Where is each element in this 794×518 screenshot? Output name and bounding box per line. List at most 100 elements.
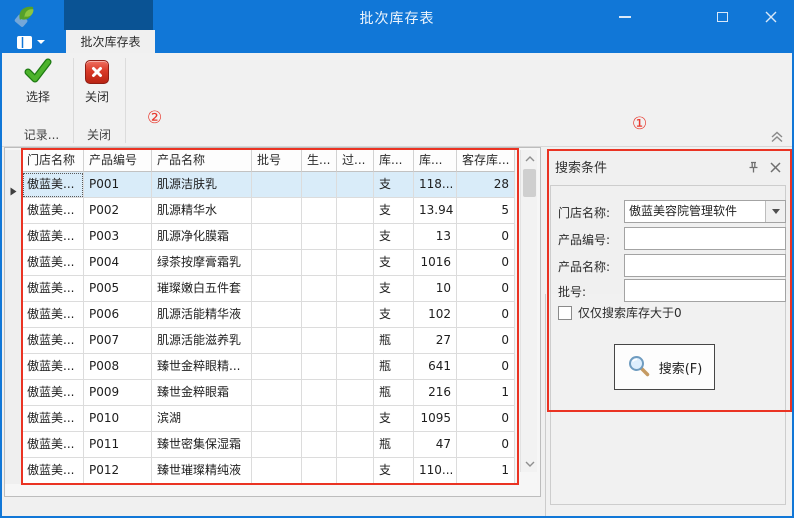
table-cell[interactable]: 瓶 xyxy=(374,328,414,354)
table-cell[interactable] xyxy=(337,380,374,406)
table-cell[interactable]: 瓶 xyxy=(374,432,414,458)
table-cell[interactable] xyxy=(302,276,337,302)
pin-panel-button[interactable] xyxy=(745,159,761,175)
table-cell[interactable]: 支 xyxy=(374,406,414,432)
table-cell[interactable]: 28 xyxy=(457,172,515,198)
table-cell[interactable]: 641 xyxy=(414,354,457,380)
table-row[interactable]: 傲蓝美...P006肌源活能精华液支1020 xyxy=(22,302,515,328)
column-header[interactable]: 生... xyxy=(302,150,337,172)
table-cell[interactable]: 傲蓝美... xyxy=(22,380,84,406)
table-cell[interactable]: 肌源净化膜霜 xyxy=(152,224,252,250)
table-cell[interactable] xyxy=(252,406,302,432)
table-cell[interactable]: 支 xyxy=(374,458,414,484)
column-header[interactable]: 过... xyxy=(337,150,374,172)
table-cell[interactable] xyxy=(302,380,337,406)
table-cell[interactable] xyxy=(302,354,337,380)
table-cell[interactable]: 0 xyxy=(457,224,515,250)
search-button[interactable]: 搜索(F) xyxy=(614,344,715,390)
table-cell[interactable]: 傲蓝美... xyxy=(22,432,84,458)
table-cell[interactable]: 肌源活能滋养乳 xyxy=(152,328,252,354)
table-cell[interactable]: 13 xyxy=(414,224,457,250)
table-cell[interactable]: 臻世金粹眼精... xyxy=(152,354,252,380)
scroll-down-button[interactable] xyxy=(521,455,538,472)
table-cell[interactable] xyxy=(302,172,337,198)
table-cell[interactable]: 绿茶按摩膏霜乳 xyxy=(152,250,252,276)
table-cell[interactable] xyxy=(302,458,337,484)
column-header[interactable]: 产品名称 xyxy=(152,150,252,172)
table-cell[interactable] xyxy=(337,198,374,224)
table-cell[interactable] xyxy=(337,172,374,198)
table-cell[interactable] xyxy=(337,250,374,276)
table-cell[interactable]: P004 xyxy=(84,250,152,276)
minimize-button[interactable] xyxy=(602,3,647,30)
table-cell[interactable]: 支 xyxy=(374,276,414,302)
table-cell[interactable]: 0 xyxy=(457,302,515,328)
select-button[interactable]: 选择 xyxy=(14,58,62,116)
batch-no-input[interactable] xyxy=(624,279,786,302)
close-tool-button[interactable]: 关闭 xyxy=(73,58,121,116)
table-cell[interactable]: 傲蓝美... xyxy=(22,250,84,276)
table-cell[interactable]: P006 xyxy=(84,302,152,328)
table-cell[interactable]: P001 xyxy=(84,172,152,198)
table-row[interactable]: 傲蓝美...P010滨湖支10950 xyxy=(22,406,515,432)
table-cell[interactable]: 傲蓝美... xyxy=(22,406,84,432)
table-cell[interactable]: 102 xyxy=(414,302,457,328)
table-cell[interactable]: P003 xyxy=(84,224,152,250)
column-header[interactable]: 库... xyxy=(414,150,457,172)
table-cell[interactable]: 傲蓝美... xyxy=(22,198,84,224)
table-cell[interactable]: P010 xyxy=(84,406,152,432)
column-header[interactable]: 门店名称 xyxy=(22,150,84,172)
table-row[interactable]: 傲蓝美...P002肌源精华水支13.945 xyxy=(22,198,515,224)
table-cell[interactable] xyxy=(252,458,302,484)
row-indicator-column[interactable] xyxy=(5,150,22,484)
table-row[interactable]: 傲蓝美...P008臻世金粹眼精...瓶6410 xyxy=(22,354,515,380)
table-cell[interactable] xyxy=(302,302,337,328)
table-cell[interactable]: 璀璨嫩白五件套 xyxy=(152,276,252,302)
table-cell[interactable] xyxy=(302,406,337,432)
table-cell[interactable]: 臻世密集保湿霜 xyxy=(152,432,252,458)
table-row[interactable]: 傲蓝美...P012臻世璀璨精纯液支110...1 xyxy=(22,458,515,484)
table-cell[interactable] xyxy=(252,302,302,328)
table-cell[interactable]: P008 xyxy=(84,354,152,380)
table-cell[interactable] xyxy=(302,224,337,250)
table-cell[interactable] xyxy=(302,432,337,458)
table-cell[interactable] xyxy=(252,432,302,458)
table-cell[interactable] xyxy=(252,276,302,302)
table-cell[interactable]: P012 xyxy=(84,458,152,484)
table-cell[interactable] xyxy=(252,328,302,354)
table-cell[interactable]: 0 xyxy=(457,354,515,380)
table-cell[interactable]: 支 xyxy=(374,198,414,224)
table-cell[interactable] xyxy=(337,354,374,380)
table-cell[interactable] xyxy=(337,406,374,432)
table-cell[interactable] xyxy=(337,328,374,354)
table-cell[interactable]: 傲蓝美... xyxy=(22,224,84,250)
table-row[interactable]: 傲蓝美...P004绿茶按摩膏霜乳支10160 xyxy=(22,250,515,276)
table-cell[interactable] xyxy=(252,354,302,380)
scrollbar-thumb[interactable] xyxy=(523,169,536,197)
close-panel-button[interactable] xyxy=(767,159,783,175)
table-cell[interactable] xyxy=(337,458,374,484)
table-cell[interactable]: 肌源活能精华液 xyxy=(152,302,252,328)
table-cell[interactable]: 13.94 xyxy=(414,198,457,224)
table-cell[interactable]: 1095 xyxy=(414,406,457,432)
table-row[interactable]: 傲蓝美...P011臻世密集保湿霜瓶470 xyxy=(22,432,515,458)
table-cell[interactable]: 1 xyxy=(457,380,515,406)
table-cell[interactable]: 0 xyxy=(457,406,515,432)
table-cell[interactable]: 0 xyxy=(457,432,515,458)
table-cell[interactable] xyxy=(337,432,374,458)
table-cell[interactable]: 110... xyxy=(414,458,457,484)
table-cell[interactable]: 27 xyxy=(414,328,457,354)
table-cell[interactable]: 肌源精华水 xyxy=(152,198,252,224)
vertical-scrollbar[interactable] xyxy=(520,150,537,472)
table-cell[interactable]: P011 xyxy=(84,432,152,458)
maximize-button[interactable] xyxy=(700,3,745,30)
table-cell[interactable]: 0 xyxy=(457,250,515,276)
table-cell[interactable]: 支 xyxy=(374,250,414,276)
table-cell[interactable] xyxy=(302,328,337,354)
table-cell[interactable]: 0 xyxy=(457,328,515,354)
table-row[interactable]: 傲蓝美...P001肌源洁肤乳支118...28 xyxy=(22,172,515,198)
table-cell[interactable] xyxy=(252,250,302,276)
table-cell[interactable]: 瓶 xyxy=(374,354,414,380)
column-header[interactable]: 产品编号 xyxy=(84,150,152,172)
table-cell[interactable]: 傲蓝美... xyxy=(22,458,84,484)
